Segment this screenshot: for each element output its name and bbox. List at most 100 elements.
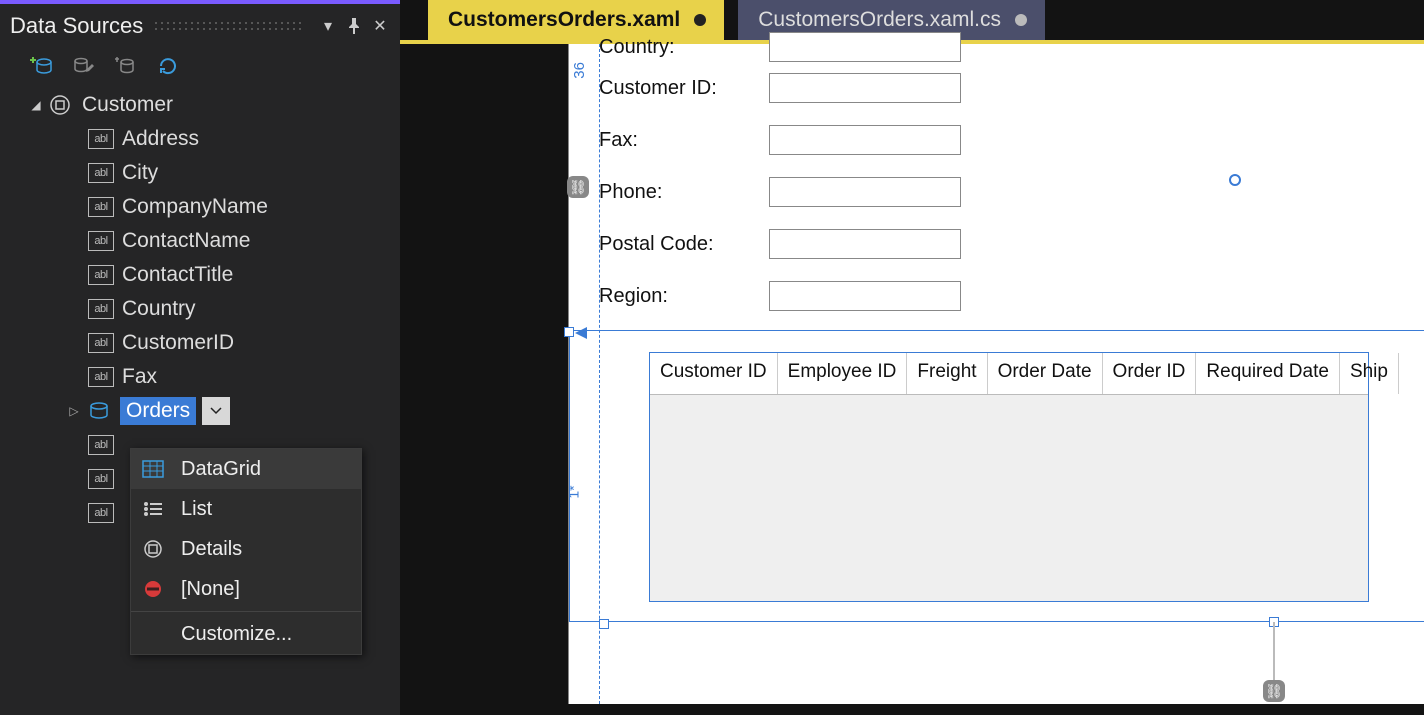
expand-collapse-icon[interactable]: ▷ xyxy=(66,404,82,418)
tree-node-label: Customer xyxy=(82,93,173,117)
editor-area: CustomersOrders.xaml CustomersOrders.xam… xyxy=(400,0,1424,715)
form-input[interactable] xyxy=(769,125,961,155)
tree-node-label: Fax xyxy=(122,365,157,389)
anchor-line xyxy=(1273,622,1275,680)
datagrid-column-header[interactable]: Ship xyxy=(1340,353,1399,394)
form-input[interactable] xyxy=(769,229,961,259)
details-icon xyxy=(139,537,167,561)
field-icon: abl xyxy=(88,298,114,320)
row-size-star: 1* xyxy=(566,485,582,498)
orders-control-dropdown: DataGrid List Details xyxy=(130,448,362,655)
dropdown-item-label: List xyxy=(181,498,212,521)
datagrid-column-header[interactable]: Freight xyxy=(907,353,987,394)
guide-arrow-icon xyxy=(575,326,589,340)
orders-dropdown-button[interactable] xyxy=(202,397,230,425)
orders-datagrid[interactable]: Customer IDEmployee IDFreightOrder DateO… xyxy=(649,352,1369,602)
tree-node-label: CompanyName xyxy=(122,195,268,219)
selection-rotate-icon[interactable] xyxy=(1229,174,1241,186)
field-icon: abl xyxy=(88,230,114,252)
datagrid-column-header[interactable]: Required Date xyxy=(1196,353,1340,394)
datagrid-column-header[interactable]: Order ID xyxy=(1103,353,1197,394)
add-data-source-icon[interactable] xyxy=(30,54,54,78)
form-row: Region: xyxy=(599,270,1419,322)
resize-handle[interactable] xyxy=(599,619,609,629)
dropdown-item-label: Details xyxy=(181,538,242,561)
none-icon xyxy=(139,577,167,601)
link-badge-icon[interactable]: ⛓ xyxy=(1263,680,1285,702)
panel-title: Data Sources xyxy=(10,13,143,39)
configure-data-source-icon[interactable] xyxy=(114,54,138,78)
tree-node-field[interactable]: ablCountry xyxy=(20,292,400,326)
dropdown-item-label: DataGrid xyxy=(181,458,261,481)
form-label: Postal Code: xyxy=(599,233,769,256)
tree-node-label: ContactTitle xyxy=(122,263,233,287)
form-row: Customer ID: xyxy=(599,62,1419,114)
tree-node-label: CustomerID xyxy=(122,331,234,355)
tree-node-field[interactable]: abl ContactName xyxy=(20,224,400,258)
field-icon: abl xyxy=(88,332,114,354)
tree-node-field[interactable]: abl Fax xyxy=(20,360,400,394)
tree-node-customer[interactable]: ◢ Customer xyxy=(20,88,400,122)
form-input[interactable] xyxy=(769,281,961,311)
field-icon: abl xyxy=(88,502,114,524)
resize-handle[interactable] xyxy=(564,327,574,337)
form-row: Country: xyxy=(599,32,1419,62)
form-input[interactable] xyxy=(769,32,961,62)
datagrid-column-header[interactable]: Order Date xyxy=(988,353,1103,394)
dropdown-item-details[interactable]: Details xyxy=(131,529,361,569)
unsaved-indicator-icon xyxy=(694,14,706,26)
unsaved-indicator-icon xyxy=(1015,14,1027,26)
form-input[interactable] xyxy=(769,177,961,207)
panel-grip[interactable] xyxy=(153,20,304,32)
datagrid-column-header[interactable]: Customer ID xyxy=(650,353,778,394)
datagrid-header-row: Customer IDEmployee IDFreightOrder DateO… xyxy=(650,353,1368,395)
form-label: Fax: xyxy=(599,129,769,152)
expand-collapse-icon[interactable]: ◢ xyxy=(28,98,44,112)
dropdown-item-datagrid[interactable]: DataGrid xyxy=(131,449,361,489)
ruler-mark: 36 xyxy=(571,62,588,79)
tree-node-field[interactable]: abl City xyxy=(20,156,400,190)
form-row: Phone: xyxy=(599,166,1419,218)
form-label: Customer ID: xyxy=(599,77,769,100)
form-input[interactable] xyxy=(769,73,961,103)
field-icon: abl xyxy=(88,162,114,184)
field-icon: abl xyxy=(88,434,114,456)
entity-icon xyxy=(48,94,74,116)
close-icon[interactable]: ✕ xyxy=(370,16,390,36)
list-icon xyxy=(139,497,167,521)
dropdown-item-customize[interactable]: Customize... xyxy=(131,614,361,654)
edit-data-source-icon[interactable] xyxy=(72,54,96,78)
collection-icon xyxy=(86,400,112,422)
datagrid-column-header[interactable]: Employee ID xyxy=(778,353,908,394)
dropdown-item-list[interactable]: List xyxy=(131,489,361,529)
dropdown-item-none[interactable]: [None] xyxy=(131,569,361,609)
pin-icon[interactable] xyxy=(344,16,364,36)
panel-menu-dropdown-icon[interactable]: ▾ xyxy=(318,16,338,36)
tree-node-label: City xyxy=(122,161,158,185)
form-label: Country: xyxy=(599,36,769,59)
field-icon: abl xyxy=(88,264,114,286)
refresh-icon[interactable] xyxy=(156,54,180,78)
dropdown-separator xyxy=(131,611,361,612)
tab-label: CustomersOrders.xaml.cs xyxy=(758,8,1001,32)
form-label: Phone: xyxy=(599,181,769,204)
dropdown-item-label: Customize... xyxy=(181,623,292,646)
link-badge-icon[interactable]: ⛓ xyxy=(567,176,589,198)
datagrid-icon xyxy=(139,457,167,481)
tree-node-field[interactable]: abl CompanyName xyxy=(20,190,400,224)
tree-node-field[interactable]: ablAddress xyxy=(20,122,400,156)
field-icon: abl xyxy=(88,468,114,490)
tree-node-field[interactable]: abl CustomerID xyxy=(20,326,400,360)
tree-node-label: Address xyxy=(122,127,199,151)
tree-node-label: Orders xyxy=(120,397,196,425)
field-icon: abl xyxy=(88,366,114,388)
form-row: Fax: xyxy=(599,114,1419,166)
tab-label: CustomersOrders.xaml xyxy=(448,8,680,32)
tree-node-orders[interactable]: ▷ Orders xyxy=(20,394,400,428)
xaml-designer-canvas[interactable]: 36 ⛓ Country:Customer ID:Fax:Phone:Posta… xyxy=(568,44,1424,704)
tree-node-field[interactable]: abl ContactTitle xyxy=(20,258,400,292)
field-icon: abl xyxy=(88,196,114,218)
customer-form: Country:Customer ID:Fax:Phone:Postal Cod… xyxy=(599,46,1419,322)
form-row: Postal Code: xyxy=(599,218,1419,270)
tree-node-label: ContactName xyxy=(122,229,250,253)
